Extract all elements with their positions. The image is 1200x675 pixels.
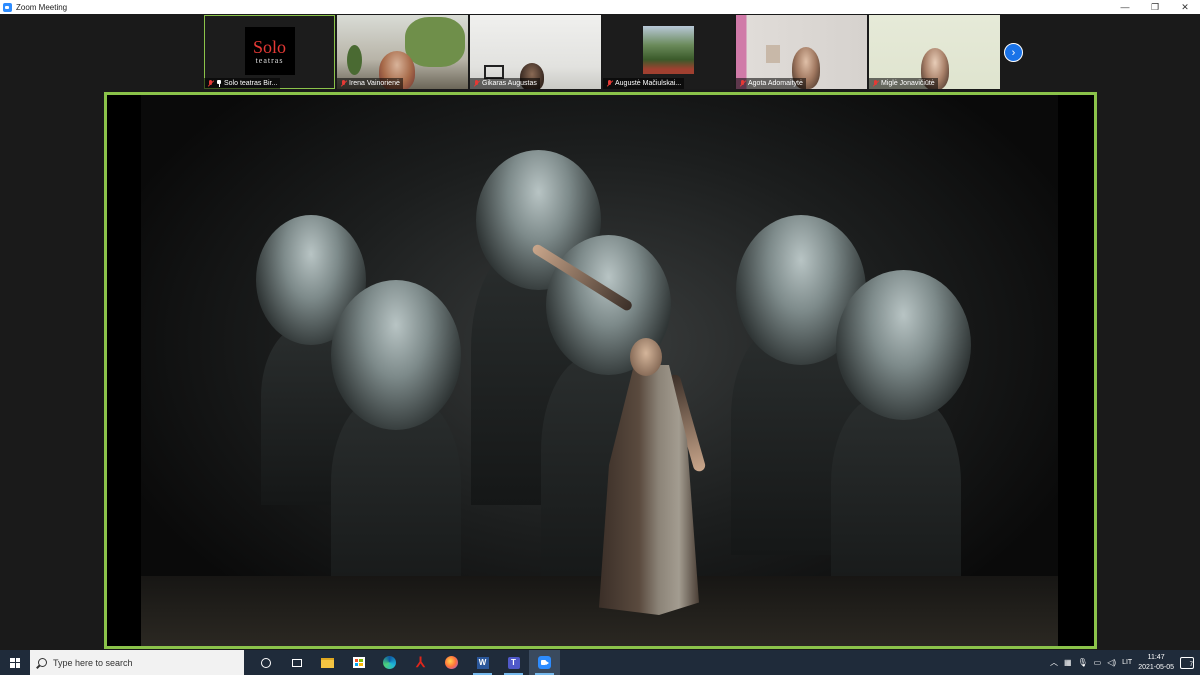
dancer-head: [630, 338, 662, 376]
microsoft-store-icon[interactable]: [343, 650, 374, 675]
stage-floor: [141, 576, 1058, 646]
taskbar-apps: ⅄ W T: [250, 650, 560, 675]
projected-face: [836, 270, 971, 420]
active-speaker-video: [104, 92, 1097, 649]
search-icon: [38, 658, 47, 667]
participant-tile[interactable]: Irena Vainorienė: [337, 15, 468, 89]
mic-muted-icon: [872, 80, 879, 87]
projected-face: [331, 280, 461, 430]
participant-video: [643, 26, 694, 74]
file-explorer-icon[interactable]: [312, 650, 343, 675]
mic-muted-icon: [340, 80, 347, 87]
edge-icon[interactable]: [374, 650, 405, 675]
mic-muted-icon: [473, 80, 480, 87]
notification-count: 7: [1189, 661, 1193, 668]
participant-caption: Agota Adomaitytė: [736, 78, 806, 89]
participant-tile[interactable]: Miglė Jonavičiūtė: [869, 15, 1000, 89]
clock[interactable]: 11:47 2021-05-05: [1138, 653, 1174, 673]
participant-tile[interactable]: Gikaras Augustas: [470, 15, 601, 89]
background-frame: [484, 65, 504, 79]
next-page-button[interactable]: ›: [1004, 43, 1023, 62]
logo-text: Solo: [252, 36, 286, 57]
meeting-area: Solo teatras Solo teatras Bir... Irena V…: [0, 14, 1200, 650]
cortana-icon[interactable]: [250, 650, 281, 675]
window-title: Zoom Meeting: [16, 2, 68, 12]
clock-date: 2021-05-05: [1138, 663, 1174, 671]
windows-taskbar: Type here to search ⅄ W T ︿ ▦ 🎙 ▭ ◁) LIT…: [0, 650, 1200, 675]
microphone-icon[interactable]: 🎙: [1078, 658, 1088, 667]
taskbar-search-box[interactable]: Type here to search: [30, 650, 244, 675]
search-placeholder: Type here to search: [53, 657, 133, 668]
pin-icon: [216, 80, 222, 87]
participant-caption: Irena Vainorienė: [337, 78, 403, 89]
task-view-icon[interactable]: [281, 650, 312, 675]
participant-name: Irena Vainorienė: [349, 80, 400, 87]
close-button[interactable]: ✕: [1170, 0, 1200, 14]
background-plant: [405, 17, 465, 67]
network-icon[interactable]: ▦: [1064, 658, 1072, 667]
system-tray: ︿ ▦ 🎙 ▭ ◁) LIT 11:47 2021-05-05 7: [1050, 653, 1200, 673]
stage-performance-image: [141, 95, 1058, 646]
minimize-button[interactable]: —: [1110, 0, 1140, 14]
background-plant: [347, 45, 362, 75]
restore-button[interactable]: ❐: [1140, 0, 1170, 14]
zoom-icon[interactable]: [529, 650, 560, 675]
volume-icon[interactable]: ◁): [1107, 658, 1116, 667]
chevron-up-icon[interactable]: ︿: [1050, 657, 1058, 668]
mic-muted-icon: [207, 80, 214, 87]
participant-name: Miglė Jonavičiūtė: [881, 80, 935, 87]
background-object: [766, 45, 780, 63]
participant-caption: Solo teatras Bir...: [204, 78, 281, 89]
language-indicator[interactable]: LIT: [1122, 659, 1132, 666]
logo-subtext: teatras: [255, 55, 284, 65]
teams-icon[interactable]: T: [498, 650, 529, 675]
participant-name: Agota Adomaitytė: [748, 80, 803, 87]
mic-muted-icon: [739, 80, 746, 87]
participant-name: Augustė Mačiulskai...: [615, 80, 682, 87]
participant-name: Solo teatras Bir...: [224, 80, 278, 87]
word-icon[interactable]: W: [467, 650, 498, 675]
solo-teatras-logo: Solo teatras: [244, 27, 295, 75]
participant-caption: Miglė Jonavičiūtė: [869, 78, 938, 89]
clock-time: 11:47: [1147, 653, 1165, 661]
participant-tile[interactable]: Agota Adomaitytė: [736, 15, 867, 89]
window-titlebar: Zoom Meeting — ❐ ✕: [0, 0, 1200, 14]
participant-name: Gikaras Augustas: [482, 80, 537, 87]
participant-strip: Solo teatras Solo teatras Bir... Irena V…: [204, 15, 1000, 89]
participant-tile[interactable]: Solo teatras Solo teatras Bir...: [204, 15, 335, 89]
participant-caption: Augustė Mačiulskai...: [603, 78, 685, 89]
participant-caption: Gikaras Augustas: [470, 78, 540, 89]
participant-tile[interactable]: Augustė Mačiulskai...: [603, 15, 734, 89]
notification-icon[interactable]: 7: [1180, 656, 1194, 669]
zoom-app-icon: [3, 2, 12, 12]
mic-muted-icon: [606, 80, 613, 87]
start-button[interactable]: [0, 650, 30, 675]
acrobat-icon[interactable]: ⅄: [405, 650, 436, 675]
firefox-icon[interactable]: [436, 650, 467, 675]
windows-logo-icon: [10, 657, 20, 668]
display-icon[interactable]: ▭: [1094, 658, 1102, 667]
